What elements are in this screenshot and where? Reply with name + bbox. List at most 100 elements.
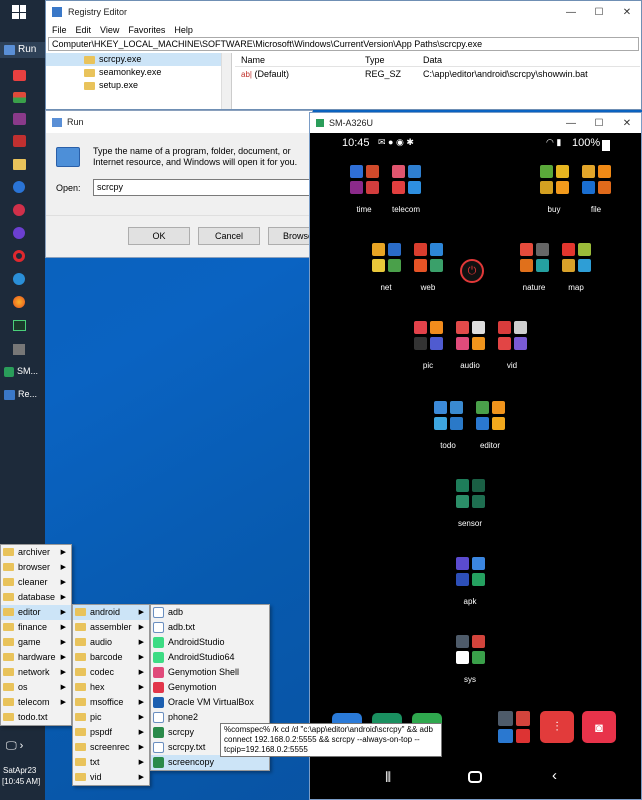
status-time: 10:45 (342, 137, 370, 149)
tree-item[interactable]: seamonkey.exe (46, 66, 231, 79)
column-data[interactable]: Data (423, 55, 442, 65)
folder-vid[interactable] (498, 321, 527, 350)
taskbar-item-regedit[interactable]: Re... (0, 387, 45, 403)
table-row[interactable]: ab| (Default) REG_SZ C:\app\editor\andro… (235, 67, 640, 81)
firefox-icon[interactable] (8, 295, 30, 309)
menu-item[interactable]: vid ▶ (73, 770, 149, 785)
taskbar-item-run[interactable]: Run (0, 42, 45, 58)
folder-web[interactable] (414, 243, 443, 272)
folder-sensor[interactable] (456, 479, 485, 508)
menu-item[interactable]: barcode ▶ (73, 650, 149, 665)
terminal-icon[interactable] (8, 318, 30, 332)
menu-view[interactable]: View (100, 25, 119, 35)
menu-item[interactable]: AndroidStudio (151, 635, 269, 650)
menu-item[interactable]: adb (151, 605, 269, 620)
minimize-icon[interactable]: — (557, 7, 585, 18)
folder-time[interactable] (350, 165, 379, 194)
taskbar-item-sm[interactable]: SM... (0, 364, 45, 380)
column-name[interactable]: Name (235, 55, 365, 65)
folder-sys[interactable] (456, 635, 485, 664)
menu-item[interactable]: screencopy (151, 755, 269, 770)
folder-nature[interactable] (520, 243, 549, 272)
menu-item[interactable]: assembler ▶ (73, 620, 149, 635)
power-icon[interactable]: ⏻ (460, 259, 484, 283)
menu-item[interactable]: Genymotion (151, 680, 269, 695)
dock-folder-icon[interactable] (498, 711, 530, 743)
run-open-input[interactable]: scrcpy (93, 179, 313, 196)
folder-apk[interactable] (456, 557, 485, 586)
menu-item[interactable]: screenrec ▶ (73, 740, 149, 755)
maximize-icon[interactable]: ☐ (585, 118, 613, 129)
menu-item[interactable]: cleaner ▶ (1, 575, 71, 590)
folder-map[interactable] (562, 243, 591, 272)
menu-item[interactable]: todo.txt (1, 710, 71, 725)
folder-icon (3, 683, 14, 691)
menu-item[interactable]: audio ▶ (73, 635, 149, 650)
folder-icon[interactable] (8, 157, 30, 171)
folder-buy[interactable] (540, 165, 569, 194)
menu-item[interactable]: hex ▶ (73, 680, 149, 695)
folder-icon (75, 638, 86, 646)
app-red-icon[interactable] (8, 68, 30, 82)
taskbar-show-icon[interactable]: 🖵 › (6, 740, 23, 753)
toggle-icon[interactable] (8, 90, 30, 104)
folder-todo[interactable] (434, 401, 463, 430)
windows-logo-icon[interactable] (12, 5, 26, 19)
menu-item[interactable]: editor ▶ (1, 605, 71, 620)
wifi-signal-icon: ◠ ▮ (546, 137, 562, 147)
menu-item[interactable]: os ▶ (1, 680, 71, 695)
column-type[interactable]: Type (365, 55, 423, 65)
app-purple-icon[interactable] (8, 112, 30, 126)
menu-file[interactable]: File (52, 25, 67, 35)
menu-item[interactable]: android ▶ (73, 605, 149, 620)
menu-item[interactable]: txt ▶ (73, 755, 149, 770)
sound-wave-icon[interactable]: ⫶ (540, 711, 574, 743)
close-icon[interactable]: ✕ (613, 118, 641, 129)
menu-item[interactable]: game ▶ (1, 635, 71, 650)
menu-item[interactable]: database ▶ (1, 590, 71, 605)
menu-item[interactable]: Oracle VM VirtualBox (151, 695, 269, 710)
cancel-button[interactable]: Cancel (198, 227, 260, 245)
menu-item[interactable]: archiver ▶ (1, 545, 71, 560)
app-purple2-icon[interactable] (8, 226, 30, 240)
folder-editor[interactable] (476, 401, 505, 430)
menu-item[interactable]: pic ▶ (73, 710, 149, 725)
close-icon[interactable]: ✕ (613, 7, 641, 18)
menu-item[interactable]: codec ▶ (73, 665, 149, 680)
menu-item[interactable]: browser ▶ (1, 560, 71, 575)
menu-item[interactable]: adb.txt (151, 620, 269, 635)
grey-app-icon[interactable] (8, 342, 30, 356)
registry-address-bar[interactable]: Computer\HKEY_LOCAL_MACHINE\SOFTWARE\Mic… (48, 37, 639, 51)
menu-item[interactable]: msoffice ▶ (73, 695, 149, 710)
menu-item[interactable]: network ▶ (1, 665, 71, 680)
menu-item[interactable]: Genymotion Shell (151, 665, 269, 680)
app-blue-icon[interactable] (8, 180, 30, 194)
menu-item[interactable]: AndroidStudio64 (151, 650, 269, 665)
folder-audio[interactable] (456, 321, 485, 350)
app-chat-icon[interactable] (8, 272, 30, 286)
camera-icon[interactable]: ◙ (582, 711, 616, 743)
menu-item[interactable]: pspdf ▶ (73, 725, 149, 740)
ok-button[interactable]: OK (128, 227, 190, 245)
folder-file[interactable] (582, 165, 611, 194)
menu-item[interactable]: finance ▶ (1, 620, 71, 635)
back-icon[interactable]: ‹ (552, 767, 557, 784)
menu-favorites[interactable]: Favorites (128, 25, 165, 35)
folder-net[interactable] (372, 243, 401, 272)
minimize-icon[interactable]: — (557, 118, 585, 129)
menu-item[interactable]: hardware ▶ (1, 650, 71, 665)
menu-help[interactable]: Help (174, 25, 193, 35)
folder-telecom[interactable] (392, 165, 421, 194)
tree-scrollbar[interactable] (221, 53, 231, 109)
menu-edit[interactable]: Edit (76, 25, 92, 35)
app-grid-icon[interactable] (8, 134, 30, 148)
maximize-icon[interactable]: ☐ (585, 7, 613, 18)
home-icon[interactable] (468, 771, 482, 783)
tree-item[interactable]: scrcpy.exe (46, 53, 231, 66)
opera-icon[interactable] (8, 249, 30, 263)
recents-icon[interactable]: ⦀ (385, 769, 391, 786)
app-settings-icon[interactable] (8, 203, 30, 217)
folder-pic[interactable] (414, 321, 443, 350)
tree-item[interactable]: setup.exe (46, 79, 231, 92)
menu-item[interactable]: telecom ▶ (1, 695, 71, 710)
